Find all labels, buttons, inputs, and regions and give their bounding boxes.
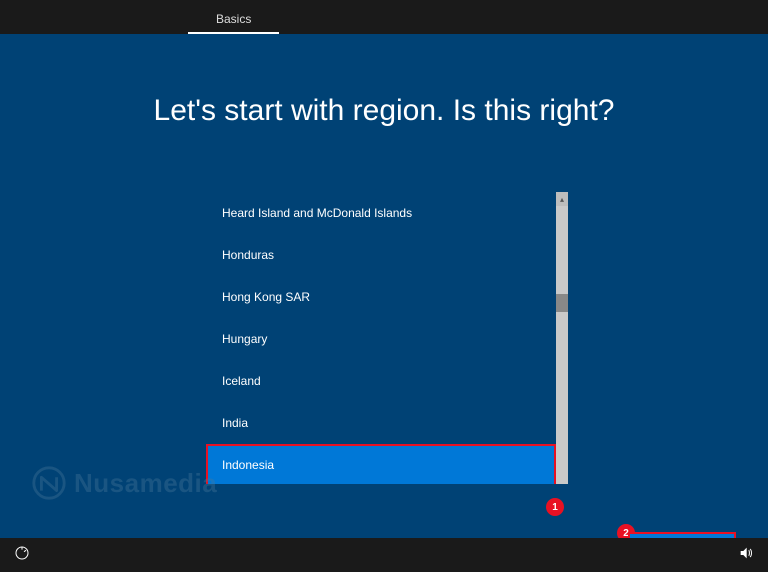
list-item[interactable]: India	[206, 402, 556, 444]
bottom-bar	[0, 538, 768, 572]
ease-of-access-icon[interactable]	[14, 545, 30, 566]
list-item[interactable]: Heard Island and McDonald Islands	[206, 192, 556, 234]
page-title: Let's start with region. Is this right?	[0, 94, 768, 128]
watermark-text: Nusamedia	[74, 468, 217, 499]
list-item[interactable]: Hungary	[206, 318, 556, 360]
region-list-container: Heard Island and McDonald Islands Hondur…	[206, 192, 568, 484]
top-bar: Basics	[0, 0, 768, 34]
list-item[interactable]: Honduras	[206, 234, 556, 276]
volume-icon[interactable]	[738, 545, 754, 566]
tab-basics[interactable]: Basics	[188, 4, 279, 34]
list-item[interactable]: Hong Kong SAR	[206, 276, 556, 318]
watermark-logo-icon	[30, 464, 68, 502]
scrollbar[interactable]: ▴	[556, 192, 568, 484]
oobe-main: Let's start with region. Is this right? …	[0, 34, 768, 538]
list-item-selected[interactable]: Indonesia	[206, 444, 556, 484]
region-list[interactable]: Heard Island and McDonald Islands Hondur…	[206, 192, 556, 484]
annotation-badge-1: 1	[546, 498, 564, 516]
scroll-up-icon[interactable]: ▴	[556, 192, 568, 206]
watermark: Nusamedia	[30, 464, 217, 502]
scroll-thumb[interactable]	[556, 294, 568, 312]
list-item[interactable]: Iceland	[206, 360, 556, 402]
